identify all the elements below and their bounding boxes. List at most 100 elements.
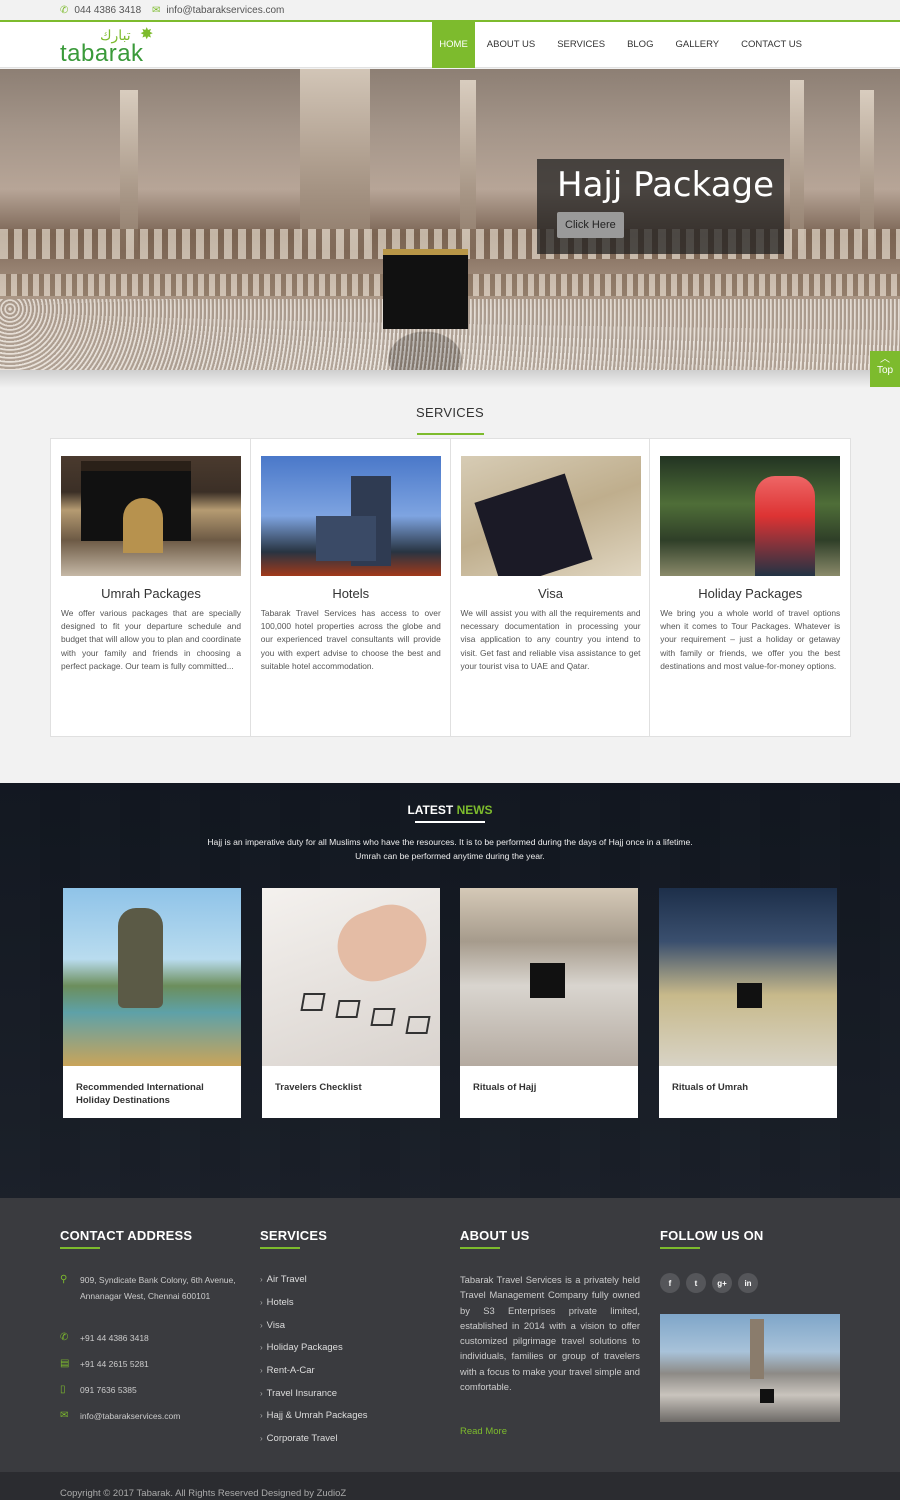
google-plus-icon[interactable]: g+	[712, 1273, 732, 1293]
news-card[interactable]: Rituals of Hajj	[460, 888, 638, 1118]
chevron-right-icon: ›	[260, 1298, 263, 1307]
chevron-right-icon: ›	[260, 1366, 263, 1375]
footer-link[interactable]: › Hajj & Umrah Packages	[260, 1410, 368, 1421]
nav-about[interactable]: ABOUT US	[477, 22, 545, 68]
nav-blog[interactable]: BLOG	[617, 22, 663, 68]
top-phone-text: 044 4386 3418	[74, 5, 142, 16]
hero-slider: Hajj Package Click Here	[0, 69, 900, 370]
minaret	[120, 90, 138, 250]
services-underline	[417, 433, 484, 435]
umrah-night-image	[659, 888, 837, 1066]
hero-shadow	[0, 370, 900, 388]
heading-underline	[60, 1247, 100, 1249]
service-text: We offer various packages that are speci…	[61, 608, 241, 671]
mecca-photo	[660, 1314, 840, 1422]
top-email[interactable]: ✉ info@tabarakservices.com	[152, 5, 284, 16]
envelope-icon: ✉	[60, 1410, 69, 1421]
footer-link[interactable]: › Holiday Packages	[260, 1342, 343, 1353]
chevron-right-icon: ›	[260, 1411, 263, 1420]
minaret	[790, 80, 804, 250]
news-heading: LATEST NEWS	[0, 803, 900, 817]
minaret	[460, 80, 476, 250]
news-card-title[interactable]: Travelers Checklist	[275, 1081, 430, 1094]
checklist-image	[262, 888, 440, 1066]
nav-services[interactable]: SERVICES	[547, 22, 615, 68]
service-text: We bring you a whole world of travel opt…	[660, 608, 841, 671]
footer-link[interactable]: › Travel Insurance	[260, 1388, 337, 1399]
services-heading: SERVICES	[416, 405, 484, 420]
latest-news-section: LATEST NEWS Hajj is an imperative duty f…	[0, 783, 900, 1198]
news-card-title[interactable]: Rituals of Umrah	[672, 1081, 827, 1094]
building	[300, 69, 370, 250]
umrah-image	[61, 456, 241, 576]
read-more-link[interactable]: Read More	[460, 1426, 507, 1437]
chevron-up-icon: ︿	[880, 354, 890, 365]
facebook-icon[interactable]: f	[660, 1273, 680, 1293]
service-title[interactable]: Visa	[451, 586, 651, 601]
footer-link[interactable]: › Visa	[260, 1320, 285, 1331]
twitter-icon[interactable]: t	[686, 1273, 706, 1293]
main-nav: HOME ABOUT US SERVICES BLOG GALLERY CONT…	[430, 22, 812, 68]
service-card-umrah[interactable]: Umrah Packages We offer various packages…	[51, 439, 251, 736]
news-intro: Hajj is an imperative duty for all Musli…	[207, 837, 693, 861]
footer-about: ABOUT US Tabarak Travel Services is a pr…	[460, 1228, 640, 1458]
about-text: Tabarak Travel Services is a privately h…	[460, 1274, 640, 1393]
mobile-icon: ▯	[60, 1384, 66, 1395]
news-card[interactable]: Travelers Checklist	[262, 888, 440, 1118]
service-card-hotels[interactable]: Hotels Tabarak Travel Services has acces…	[251, 439, 451, 736]
nav-home[interactable]: HOME	[432, 22, 475, 68]
heading-underline	[660, 1247, 700, 1249]
nav-contact[interactable]: CONTACT US	[731, 22, 812, 68]
minaret	[860, 90, 874, 250]
nav-gallery[interactable]: GALLERY	[665, 22, 729, 68]
news-heading-b: NEWS	[456, 803, 493, 817]
service-title[interactable]: Holiday Packages	[650, 586, 850, 601]
site-header: تبارك ✸ tabarak HOME ABOUT US SERVICES B…	[0, 22, 900, 68]
hero-title: Hajj Package	[557, 165, 775, 205]
news-card-title[interactable]: Recommended International Holiday Destin…	[76, 1081, 231, 1107]
top-email-text[interactable]: info@tabarakservices.com	[166, 5, 284, 16]
news-card[interactable]: Recommended International Holiday Destin…	[63, 888, 241, 1118]
footer-link[interactable]: › Hotels	[260, 1297, 294, 1308]
news-card-title[interactable]: Rituals of Hajj	[473, 1081, 628, 1094]
heading-underline	[260, 1247, 300, 1249]
footer-heading: SERVICES	[260, 1228, 328, 1243]
social-links: f t g+ in	[660, 1273, 758, 1293]
hero-caption: Hajj Package Click Here	[537, 159, 784, 254]
back-to-top-label: Top	[876, 365, 894, 376]
news-card[interactable]: Rituals of Umrah	[659, 888, 837, 1118]
footer-heading: CONTACT ADDRESS	[60, 1228, 193, 1243]
chevron-right-icon: ›	[260, 1275, 263, 1284]
chevron-right-icon: ›	[260, 1389, 263, 1398]
back-to-top-button[interactable]: ︿ Top	[870, 351, 900, 387]
service-title[interactable]: Umrah Packages	[51, 586, 251, 601]
service-text: We will assist you with all the requirem…	[460, 608, 641, 671]
linkedin-icon[interactable]: in	[738, 1273, 758, 1293]
envelope-icon: ✉	[152, 5, 161, 16]
hero-button[interactable]: Click Here	[557, 212, 624, 238]
fax-icon: ▤	[60, 1358, 70, 1369]
news-underline	[415, 821, 485, 823]
footer-link[interactable]: › Corporate Travel	[260, 1433, 337, 1444]
phone-icon: ✆	[60, 5, 69, 16]
services-grid: Umrah Packages We offer various packages…	[50, 438, 851, 737]
footer-heading: FOLLOW US ON	[660, 1228, 764, 1243]
islands-image	[63, 888, 241, 1066]
chevron-right-icon: ›	[260, 1321, 263, 1330]
service-text: Tabarak Travel Services has access to ov…	[260, 608, 441, 671]
top-phone: ✆ 044 4386 3418	[60, 5, 141, 16]
logo[interactable]: تبارك ✸ tabarak	[60, 26, 170, 67]
visa-image	[460, 456, 641, 576]
footer-follow: FOLLOW US ON f t g+ in	[660, 1228, 840, 1458]
kaaba-image	[383, 249, 468, 329]
hajj-image	[460, 888, 638, 1066]
top-bar: ✆ 044 4386 3418 ✉ info@tabarakservices.c…	[0, 0, 900, 22]
footer-link[interactable]: › Rent-A-Car	[260, 1365, 315, 1376]
map-marker-icon: ⚲	[60, 1274, 68, 1285]
service-title[interactable]: Hotels	[251, 586, 451, 601]
footer-heading: ABOUT US	[460, 1228, 530, 1243]
service-card-holiday[interactable]: Holiday Packages We bring you a whole wo…	[650, 439, 850, 736]
service-card-visa[interactable]: Visa We will assist you with all the req…	[451, 439, 651, 736]
footer-services: SERVICES › Air Travel › Hotels › Visa › Holi…	[260, 1228, 440, 1458]
footer-link[interactable]: › Air Travel	[260, 1274, 307, 1285]
